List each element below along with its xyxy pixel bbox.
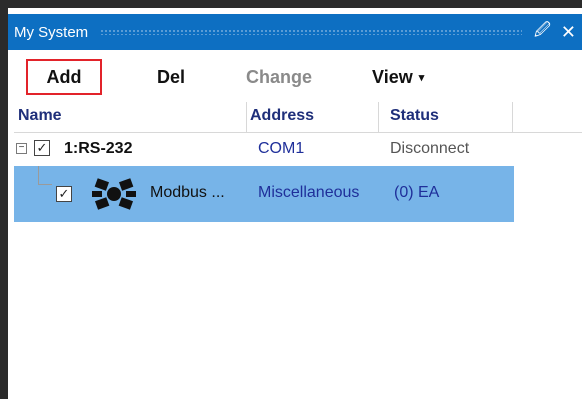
root-checkbox[interactable]: ✓ <box>34 140 50 156</box>
column-address[interactable]: Address <box>250 107 314 125</box>
column-status[interactable]: Status <box>390 107 439 125</box>
del-button[interactable]: Del <box>136 59 206 95</box>
column-separator[interactable] <box>512 102 513 132</box>
child-name: Modbus ... <box>150 184 225 201</box>
tree-row-child[interactable]: ✓ Modbus ... Miscellaneous (0) EA <box>14 166 514 222</box>
collapse-icon[interactable]: − <box>16 143 27 154</box>
child-checkbox[interactable]: ✓ <box>56 186 72 202</box>
close-icon[interactable]: ✕ <box>561 22 576 43</box>
view-label: View <box>372 66 413 87</box>
panel-title-bar[interactable]: My System 🖉 ✕ <box>8 14 582 50</box>
title-grip[interactable] <box>100 29 522 35</box>
column-separator[interactable] <box>378 102 379 132</box>
window-frame-top <box>0 0 582 8</box>
modbus-device-icon <box>92 176 136 212</box>
tree-line <box>38 166 39 184</box>
window-frame-left <box>0 0 8 399</box>
column-separator[interactable] <box>246 102 247 132</box>
root-address: COM1 <box>258 140 305 157</box>
column-name[interactable]: Name <box>18 107 62 125</box>
tree-line <box>38 184 52 185</box>
panel-title: My System <box>14 23 89 41</box>
column-header: Name Address Status <box>14 102 582 133</box>
child-address: Miscellaneous <box>258 184 360 201</box>
child-status: (0) EA <box>394 184 440 201</box>
toolbar: Add Del Change View ▾ <box>14 56 582 98</box>
add-button[interactable]: Add <box>26 59 102 95</box>
tree-row-root[interactable]: − ✓ 1:RS-232 COM1 Disconnect <box>14 135 514 165</box>
root-name: 1:RS-232 <box>64 140 133 157</box>
pin-icon[interactable]: 🖉 <box>534 19 551 46</box>
change-button[interactable]: Change <box>246 59 312 95</box>
root-status: Disconnect <box>390 140 470 157</box>
chevron-down-icon: ▾ <box>418 71 425 84</box>
view-dropdown[interactable]: View ▾ <box>372 59 424 95</box>
